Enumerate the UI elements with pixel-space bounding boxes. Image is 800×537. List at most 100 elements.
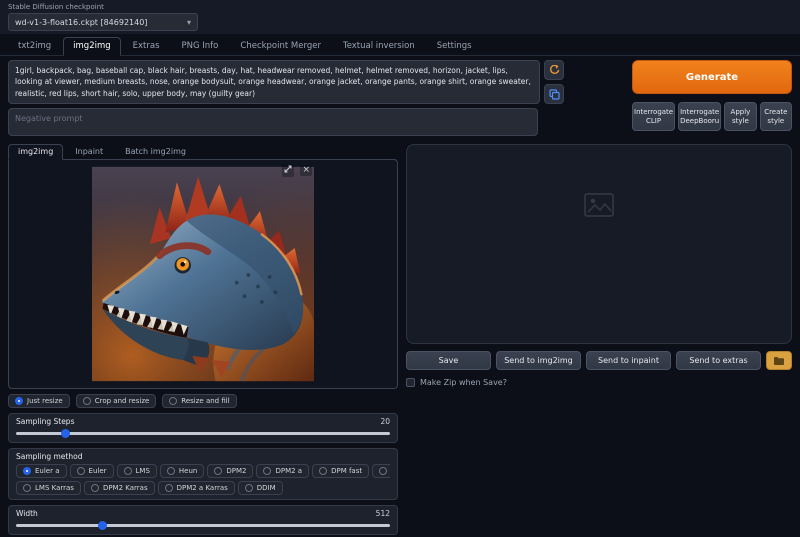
source-image[interactable] bbox=[92, 163, 314, 385]
radio-label: DPM2 Karras bbox=[103, 484, 148, 492]
sampling-method-box: Sampling method Euler a Euler LMS Heun D… bbox=[8, 448, 398, 500]
radio-label: Just resize bbox=[27, 397, 63, 405]
img2img-mode-tabs: img2img Inpaint Batch img2img bbox=[8, 144, 398, 160]
radio-label: LMS bbox=[136, 467, 150, 475]
checkpoint-value: wd-v1-3-float16.ckpt [84692140] bbox=[15, 18, 147, 27]
radio-icon bbox=[83, 397, 91, 405]
width-label: Width bbox=[16, 509, 38, 518]
source-image-panel: × bbox=[8, 159, 398, 389]
radio-icon bbox=[124, 467, 132, 475]
output-actions: Save Send to img2img Send to inpaint Sen… bbox=[406, 351, 792, 370]
width-slider[interactable] bbox=[16, 521, 390, 530]
radio-icon bbox=[77, 467, 85, 475]
radio-dpm-adaptive[interactable]: DPM adaptive bbox=[372, 464, 390, 478]
radio-label: Euler a bbox=[35, 467, 60, 475]
checkpoint-select[interactable]: wd-v1-3-float16.ckpt [84692140] ▾ bbox=[8, 13, 198, 31]
radio-label: DPM fast bbox=[331, 467, 362, 475]
radio-just-resize[interactable]: Just resize bbox=[8, 394, 70, 408]
chevron-down-icon: ▾ bbox=[187, 18, 191, 27]
tab-txt2img[interactable]: txt2img bbox=[8, 37, 61, 55]
tab-extras[interactable]: Extras bbox=[123, 37, 170, 55]
main-tab-bar: txt2img img2img Extras PNG Info Checkpoi… bbox=[0, 34, 800, 56]
resize-mode-group: Just resize Crop and resize Resize and f… bbox=[8, 394, 398, 408]
radio-icon bbox=[214, 467, 222, 475]
checkpoint-label: Stable Diffusion checkpoint bbox=[8, 3, 792, 11]
tab-textual-inversion[interactable]: Textual inversion bbox=[333, 37, 425, 55]
output-column: Save Send to img2img Send to inpaint Sen… bbox=[406, 144, 792, 387]
radio-lms-karras[interactable]: LMS Karras bbox=[16, 481, 81, 495]
radio-icon bbox=[23, 484, 31, 492]
sampling-steps-value: 20 bbox=[380, 417, 390, 426]
radio-dpm2-karras[interactable]: DPM2 Karras bbox=[84, 481, 155, 495]
radio-icon bbox=[379, 467, 387, 475]
radio-euler-a[interactable]: Euler a bbox=[16, 464, 67, 478]
radio-dpm2-a-karras[interactable]: DPM2 a Karras bbox=[158, 481, 235, 495]
radio-label: LMS Karras bbox=[35, 484, 74, 492]
radio-resize-and-fill[interactable]: Resize and fill bbox=[162, 394, 236, 408]
generate-area: Generate Interrogate CLIP Interrogate De… bbox=[632, 60, 792, 136]
open-output-folder-button[interactable] bbox=[766, 351, 792, 370]
stable-diffusion-webui: Stable Diffusion checkpoint wd-v1-3-floa… bbox=[0, 0, 800, 537]
radio-dpm2-a[interactable]: DPM2 a bbox=[256, 464, 309, 478]
radio-icon bbox=[169, 397, 177, 405]
copy-style-button[interactable] bbox=[544, 84, 564, 104]
expand-image-icon[interactable] bbox=[282, 164, 294, 177]
tab-batch-img2img-mode[interactable]: Batch img2img bbox=[115, 144, 196, 160]
negative-prompt-input[interactable] bbox=[8, 108, 538, 136]
paste-params-button[interactable] bbox=[544, 60, 564, 80]
close-image-icon[interactable]: × bbox=[300, 165, 312, 176]
radio-icon bbox=[165, 484, 173, 492]
radio-label: DPM2 a bbox=[275, 467, 302, 475]
radio-label: Resize and fill bbox=[181, 397, 229, 405]
width-box: Width 512 bbox=[8, 505, 398, 535]
tab-checkpoint-merger[interactable]: Checkpoint Merger bbox=[230, 37, 331, 55]
create-style-button[interactable]: Create style bbox=[760, 102, 792, 131]
radio-icon bbox=[263, 467, 271, 475]
tab-img2img-mode[interactable]: img2img bbox=[8, 144, 63, 160]
width-value: 512 bbox=[376, 509, 390, 518]
radio-icon bbox=[167, 467, 175, 475]
sampling-method-label: Sampling method bbox=[16, 452, 82, 461]
radio-label: DPM2 bbox=[226, 467, 246, 475]
sampling-steps-label: Sampling Steps bbox=[16, 417, 74, 426]
sampling-method-row-1: Euler a Euler LMS Heun DPM2 DPM2 a DPM bbox=[16, 464, 390, 478]
radio-crop-and-resize[interactable]: Crop and resize bbox=[76, 394, 157, 408]
send-to-extras-button[interactable]: Send to extras bbox=[676, 351, 761, 370]
radio-lms[interactable]: LMS bbox=[117, 464, 157, 478]
slider-handle[interactable] bbox=[98, 521, 107, 530]
radio-label: Crop and resize bbox=[95, 397, 150, 405]
radio-icon bbox=[15, 397, 23, 405]
interrogate-deepbooru-button[interactable]: Interrogate DeepBooru bbox=[678, 102, 721, 131]
tab-inpaint-mode[interactable]: Inpaint bbox=[65, 144, 113, 160]
radio-icon bbox=[91, 484, 99, 492]
send-to-img2img-button[interactable]: Send to img2img bbox=[496, 351, 581, 370]
radio-euler[interactable]: Euler bbox=[70, 464, 114, 478]
tab-png-info[interactable]: PNG Info bbox=[172, 37, 229, 55]
prompt-area: 1girl, backpack, bag, baseball cap, blac… bbox=[8, 60, 564, 136]
sampling-steps-box: Sampling Steps 20 bbox=[8, 413, 398, 443]
send-to-inpaint-button[interactable]: Send to inpaint bbox=[586, 351, 671, 370]
slider-track[interactable] bbox=[16, 524, 390, 527]
radio-ddim[interactable]: DDIM bbox=[238, 481, 283, 495]
make-zip-label: Make Zip when Save? bbox=[420, 378, 507, 387]
slider-handle[interactable] bbox=[61, 429, 70, 438]
tab-settings[interactable]: Settings bbox=[427, 37, 482, 55]
folder-icon bbox=[773, 356, 785, 366]
sampling-steps-slider[interactable] bbox=[16, 429, 390, 438]
generate-button[interactable]: Generate bbox=[632, 60, 792, 94]
radio-dpm2[interactable]: DPM2 bbox=[207, 464, 253, 478]
copy-icon bbox=[549, 89, 560, 100]
radio-label: DDIM bbox=[257, 484, 276, 492]
save-button[interactable]: Save bbox=[406, 351, 491, 370]
output-gallery bbox=[406, 144, 792, 344]
make-zip-checkbox[interactable] bbox=[406, 378, 415, 387]
apply-style-button[interactable]: Apply style bbox=[724, 102, 756, 131]
radio-heun[interactable]: Heun bbox=[160, 464, 204, 478]
image-placeholder-icon bbox=[584, 193, 614, 217]
slider-track[interactable] bbox=[16, 432, 390, 435]
source-image-wrap: × bbox=[92, 163, 314, 385]
prompt-input[interactable]: 1girl, backpack, bag, baseball cap, blac… bbox=[8, 60, 540, 104]
interrogate-clip-button[interactable]: Interrogate CLIP bbox=[632, 102, 675, 131]
tab-img2img[interactable]: img2img bbox=[63, 37, 120, 56]
radio-dpm-fast[interactable]: DPM fast bbox=[312, 464, 369, 478]
